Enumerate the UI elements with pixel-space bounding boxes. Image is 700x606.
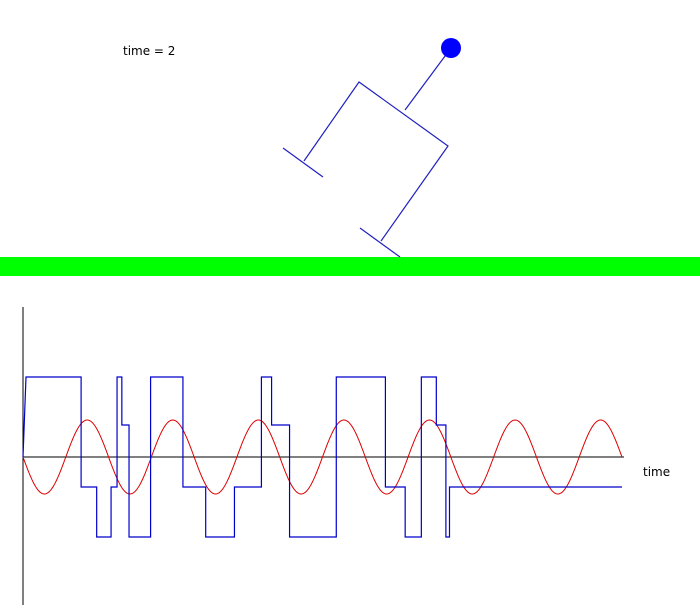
robot-body [303, 81, 449, 242]
ground-bar [0, 257, 700, 276]
simulation-canvas [0, 38, 700, 605]
robot-left-foot [282, 147, 324, 178]
robot-neck [404, 47, 452, 111]
time-readout: time = 2 [123, 44, 176, 58]
walker-robot [282, 47, 452, 258]
robot-right-foot [359, 227, 401, 258]
x-axis-label: time [643, 465, 671, 479]
robot-head [441, 38, 461, 58]
